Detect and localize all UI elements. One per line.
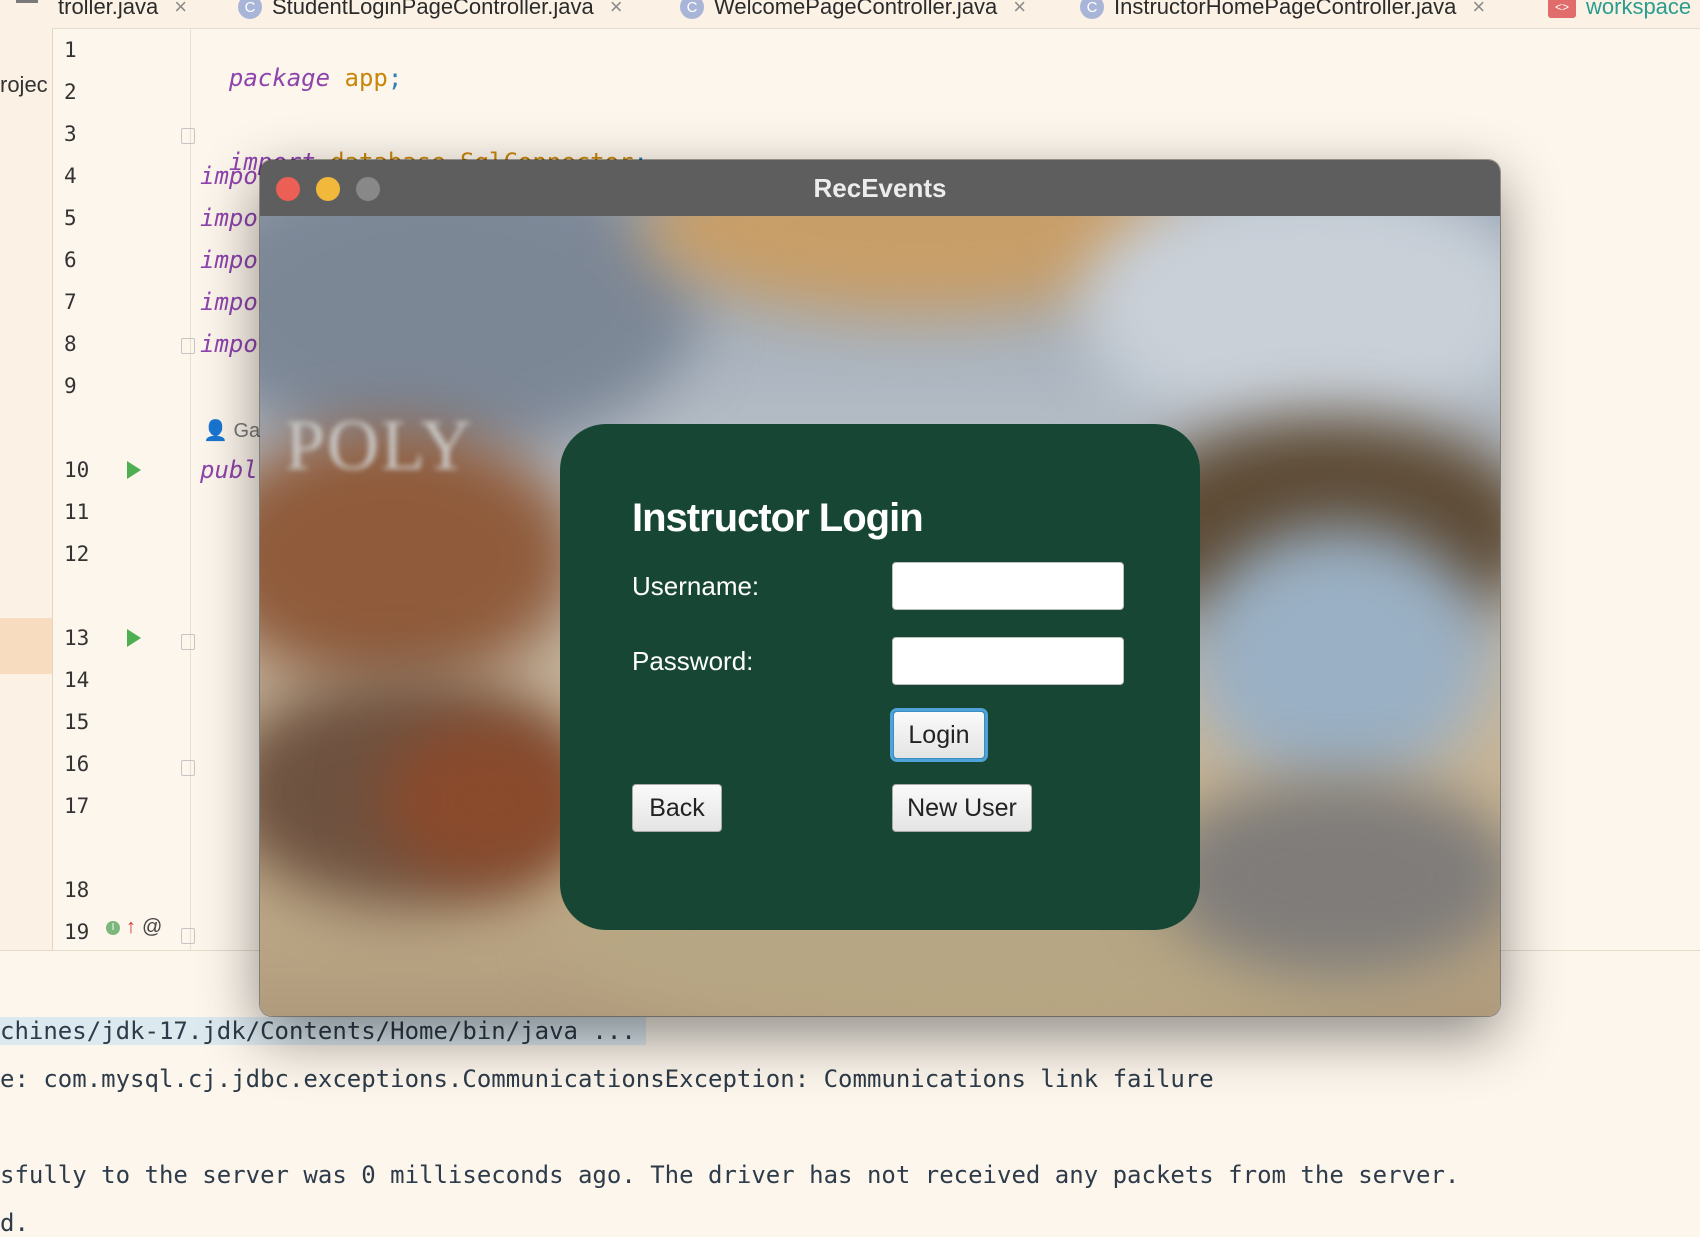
tab-label: InstructorHomePageController.java <box>1114 0 1457 19</box>
login-button[interactable]: Login <box>893 711 985 759</box>
project-panel[interactable]: rojec <box>0 28 53 950</box>
fold-icon[interactable] <box>181 928 195 944</box>
line-number: 14 <box>64 668 90 692</box>
tab-instructor-home-controller[interactable]: C InstructorHomePageController.java × <box>1080 0 1485 22</box>
line-number: 15 <box>64 710 90 734</box>
project-selection-highlight <box>0 618 52 674</box>
code-line-8: impo <box>200 330 258 358</box>
implementation-icon[interactable]: I <box>106 920 120 935</box>
close-icon[interactable]: × <box>1472 0 1485 20</box>
new-user-button[interactable]: New User <box>892 784 1032 832</box>
line-number: 16 <box>64 752 90 776</box>
code-line-7: impo <box>200 288 258 316</box>
console-line: chines/jdk-17.jdk/Contents/Home/bin/java… <box>0 1017 646 1045</box>
line-number: 8 <box>64 332 77 356</box>
package-name: app <box>344 64 388 92</box>
password-label: Password: <box>632 646 754 676</box>
line-number: 12 <box>64 542 90 566</box>
password-field[interactable] <box>892 637 1124 685</box>
window-title: RecEvents <box>813 173 947 203</box>
editor-tab-bar: troller.java × C StudentLoginPageControl… <box>0 0 1700 29</box>
line-number: 10 <box>64 458 90 482</box>
class-icon: C <box>1080 0 1104 19</box>
window-titlebar[interactable]: RecEvents <box>260 160 1500 217</box>
line-number: 4 <box>64 164 77 188</box>
recevents-window: RecEvents POLY Instructor Login Username… <box>260 160 1500 1016</box>
line-number: 7 <box>64 290 77 314</box>
background-photo: POLY Instructor Login Username: Password… <box>260 216 1500 1016</box>
fold-icon[interactable] <box>181 338 195 354</box>
close-icon[interactable]: × <box>610 0 623 20</box>
run-gutter-icon[interactable] <box>127 461 141 479</box>
code-line-1: package app; <box>200 36 402 92</box>
fold-icon[interactable] <box>181 128 195 144</box>
username-label: Username: <box>632 571 760 601</box>
tab-student-login-controller[interactable]: C StudentLoginPageController.java × <box>238 0 623 22</box>
tab-label: WelcomePageController.java <box>714 0 998 19</box>
class-icon: C <box>680 0 704 19</box>
semicolon: ; <box>387 64 403 92</box>
tab-welcome-controller[interactable]: C WelcomePageController.java × <box>680 0 1026 22</box>
tab-controller[interactable]: troller.java × <box>58 0 187 22</box>
code-line-6: impo <box>200 246 258 274</box>
back-button[interactable]: Back <box>632 784 722 832</box>
line-number: 9 <box>64 374 77 398</box>
tab-label: workspace <box>1586 0 1692 19</box>
tab-label: StudentLoginPageController.java <box>272 0 594 19</box>
line-number: 13 <box>64 626 90 650</box>
fold-icon[interactable] <box>181 760 195 776</box>
annotation-icon: @ <box>142 916 163 938</box>
instructor-login-panel: Instructor Login Username: Password: Log… <box>560 424 1200 930</box>
project-label: rojec <box>0 72 48 97</box>
line-number: 17 <box>64 794 90 818</box>
console-line: e: com.mysql.cj.jdbc.exceptions.Communic… <box>0 1065 1214 1093</box>
line-number: 1 <box>64 38 77 62</box>
gutter-icons-19: I ↑ @ <box>106 916 162 939</box>
console-line: d. <box>0 1209 29 1237</box>
code-line-10: publ <box>200 456 258 484</box>
close-icon[interactable]: × <box>174 0 187 20</box>
xml-icon: <> <box>1548 0 1576 18</box>
background-logo-text: POLY <box>285 405 474 485</box>
menu-icon[interactable] <box>16 0 38 3</box>
override-arrow-icon[interactable]: ↑ <box>126 916 136 939</box>
line-number: 18 <box>64 878 90 902</box>
tab-workspace[interactable]: <> workspace <box>1548 0 1691 22</box>
tab-label: troller.java <box>58 0 159 19</box>
user-icon: 👤 <box>203 420 228 442</box>
line-number: 5 <box>64 206 77 230</box>
code-line-5: impo <box>200 204 258 232</box>
code-line-4: impo <box>200 162 258 190</box>
line-number: 11 <box>64 500 90 524</box>
code-guide-line <box>190 28 191 950</box>
close-icon[interactable]: × <box>1013 0 1026 20</box>
line-number: 3 <box>64 122 77 146</box>
fold-icon[interactable] <box>181 634 195 650</box>
line-number: 6 <box>64 248 77 272</box>
keyword: package <box>228 64 331 92</box>
username-field[interactable] <box>892 562 1124 610</box>
run-gutter-icon[interactable] <box>127 629 141 647</box>
line-number: 2 <box>64 80 77 104</box>
login-title: Instructor Login <box>632 496 924 540</box>
line-number: 19 <box>64 920 90 944</box>
console-line: sfully to the server was 0 milliseconds … <box>0 1161 1460 1189</box>
class-icon: C <box>238 0 262 19</box>
